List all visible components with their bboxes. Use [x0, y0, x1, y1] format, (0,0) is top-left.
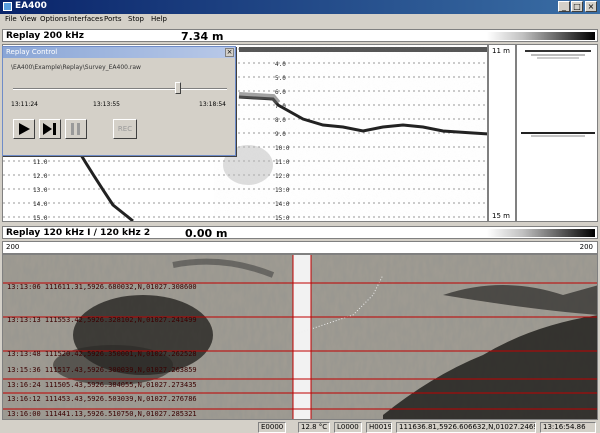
- upper-depth-label: 15.0: [275, 215, 290, 222]
- upper-depth-label: 7.0: [275, 103, 286, 110]
- minimize-button[interactable]: _: [558, 1, 570, 12]
- lower-panel-title: Replay 120 kHz I / 120 kHz 2: [6, 228, 151, 238]
- replay-slider-track[interactable]: [13, 88, 227, 90]
- play-button[interactable]: [13, 119, 35, 139]
- depth-top-label: 11 m: [492, 47, 510, 55]
- scale-left-label: 200: [6, 243, 20, 251]
- menu-file[interactable]: File: [5, 15, 17, 23]
- menu-options[interactable]: Options: [40, 15, 67, 23]
- play-icon: [19, 123, 30, 135]
- menu-help[interactable]: Help: [151, 15, 167, 23]
- scale-right-label: 200: [579, 243, 593, 251]
- nav-annotation: 13:16:24 111505.43,5926.384055,N,01027.2…: [7, 381, 197, 389]
- lower-panel-header: Replay 120 kHz I / 120 kHz 2 0.00 m: [2, 226, 598, 240]
- time-mid: 13:13:55: [93, 101, 120, 108]
- menu-view[interactable]: View: [20, 15, 37, 23]
- step-button[interactable]: [39, 119, 61, 139]
- upper-depth-label: 9.0: [275, 131, 286, 138]
- histogram-panel: [516, 44, 598, 222]
- upper-depth-label: 13.0: [275, 187, 290, 194]
- lower-echogram[interactable]: 13:13:06 111611.31,5926.680032,N,01027.3…: [2, 254, 598, 420]
- upper-depth-label-left: 13.0: [33, 187, 48, 194]
- depth-scale-column: 11 m 15 m: [488, 44, 516, 222]
- status-time: 13:16:54.86: [540, 422, 596, 433]
- dialog-title: Replay Control: [6, 48, 58, 56]
- nav-annotation: 13:13:06 111611.31,5926.680032,N,01027.3…: [7, 283, 197, 291]
- menu-stop[interactable]: Stop: [128, 15, 144, 23]
- pause-button[interactable]: [65, 119, 87, 139]
- time-start: 13:11:24: [11, 101, 38, 108]
- upper-depth-label: 12.0: [275, 173, 290, 180]
- upper-depth-label: 14.0: [275, 201, 290, 208]
- replay-file-path: \EA400\Example\Replay\Survey_EA400.raw: [11, 64, 141, 71]
- histogram-graphic: [521, 50, 595, 137]
- time-end: 13:18:54: [199, 101, 226, 108]
- menu-bar: File View Options Interfaces Ports Stop …: [0, 14, 600, 26]
- app-title: EA400: [15, 1, 47, 11]
- status-bar: E0000 12.8 °C L0000 H0019 111636.81,5926…: [0, 421, 600, 433]
- lower-scale-row: 200 200: [2, 241, 598, 254]
- depth-bottom-label: 15 m: [492, 212, 510, 220]
- upper-depth-label: 11.0: [275, 159, 290, 166]
- color-scale-bar: [487, 32, 595, 40]
- upper-depth-label: 5.0: [275, 75, 286, 82]
- menu-ports[interactable]: Ports: [104, 15, 122, 23]
- upper-depth-label-left: 14.0: [33, 201, 48, 208]
- status-position: 111636.81,5926.606632,N,01027.2469: [396, 422, 536, 433]
- upper-depth-label: 6.0: [275, 89, 286, 96]
- dialog-close-button[interactable]: ×: [225, 48, 234, 57]
- status-temperature: 12.8 °C: [298, 422, 330, 433]
- maximize-button[interactable]: □: [571, 1, 583, 12]
- nav-annotation: 13:16:00 111441.13,5926.510750,N,01027.2…: [7, 410, 197, 418]
- upper-panel-title: Replay 200 kHz: [6, 31, 85, 41]
- status-field-1: E0000: [258, 422, 286, 433]
- nav-annotation: 13:16:12 111453.43,5926.503039,N,01027.2…: [7, 395, 197, 403]
- upper-depth-label: 10.0: [275, 145, 290, 152]
- pause-icon: [71, 123, 80, 135]
- app-icon: [3, 2, 12, 11]
- step-icon: [43, 123, 56, 135]
- replay-slider-thumb[interactable]: [175, 82, 181, 94]
- nav-annotation: 13:13:13 111553.42,5926.328102,N,01027.2…: [7, 316, 197, 324]
- lower-depth-readout: 0.00 m: [185, 227, 228, 240]
- upper-depth-label-left: 15.0: [33, 215, 48, 222]
- upper-depth-readout: 7.34 m: [181, 30, 224, 43]
- upper-panel-header: Replay 200 kHz 7.34 m: [2, 29, 598, 43]
- status-field-4: H0019: [366, 422, 392, 433]
- replay-control-dialog: Replay Control × \EA400\Example\Replay\S…: [2, 46, 236, 156]
- menu-interfaces[interactable]: Interfaces: [68, 15, 103, 23]
- nav-annotation: 13:15:36 111517.43,5926.300039,N,01027.2…: [7, 366, 197, 374]
- record-button[interactable]: REC: [113, 119, 137, 139]
- upper-depth-label-left: 11.0: [33, 159, 48, 166]
- title-bar: EA400 _ □ ×: [0, 0, 600, 14]
- lower-echogram-graphic: 13:13:06 111611.31,5926.680032,N,01027.3…: [3, 255, 597, 419]
- nav-annotation: 13:13:48 111520.42,5926.350001,N,01027.2…: [7, 350, 197, 358]
- lower-color-scale-bar: [487, 229, 595, 237]
- upper-depth-label-left: 12.0: [33, 173, 48, 180]
- upper-depth-label: 4.0: [275, 61, 286, 68]
- upper-depth-label: 8.0: [275, 117, 286, 124]
- close-button[interactable]: ×: [585, 1, 597, 12]
- status-field-3: L0000: [334, 422, 362, 433]
- dialog-title-bar: Replay Control ×: [3, 47, 235, 58]
